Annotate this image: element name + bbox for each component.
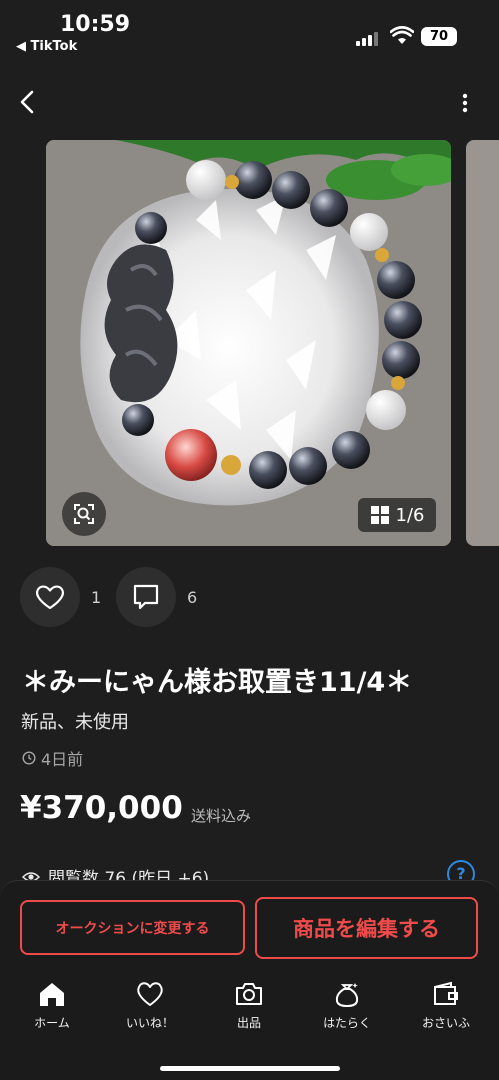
camera-icon	[236, 983, 262, 1005]
back-arrow-icon[interactable]	[14, 88, 42, 116]
tab-wallet[interactable]: おさいふ	[406, 980, 486, 1036]
bracelet-image	[46, 140, 451, 546]
status-bar: 10:59 ◀ TikTok 70	[0, 0, 499, 60]
comment-button[interactable]	[116, 567, 176, 627]
signal-icon	[356, 30, 382, 46]
scan-search-icon	[74, 504, 94, 524]
next-photo-preview[interactable]	[466, 140, 499, 546]
tab-label: 出品	[236, 1016, 261, 1030]
like-count: 1	[91, 588, 102, 607]
tab-label: はたらく	[323, 1016, 371, 1030]
tab-sell[interactable]: 出品	[209, 980, 289, 1036]
tab-likes[interactable]: いいね！	[110, 980, 190, 1036]
tab-home[interactable]: ホーム	[12, 980, 92, 1036]
clock-icon	[22, 751, 36, 765]
posted-time-text: 4日前	[41, 750, 84, 769]
tab-work[interactable]: はたらく	[307, 980, 387, 1036]
tab-label: ホーム	[34, 1016, 70, 1030]
money-bag-icon	[335, 983, 359, 1008]
zoom-button[interactable]	[62, 492, 106, 536]
shipping-note: 送料込み	[191, 807, 252, 825]
home-icon	[40, 983, 64, 1006]
product-photo[interactable]	[46, 140, 451, 546]
item-condition: 新品、未使用	[21, 712, 129, 733]
photo-counter-text: 1/6	[395, 504, 425, 526]
wifi-icon	[390, 26, 414, 44]
photo-counter[interactable]: 1/6	[358, 498, 436, 532]
wallet-icon	[434, 981, 458, 1005]
item-price: ¥370,000	[20, 790, 183, 826]
back-to-app-link[interactable]: ◀ TikTok	[16, 39, 77, 54]
home-indicator	[160, 1066, 340, 1071]
edit-item-button[interactable]: 商品を編集する	[255, 897, 478, 959]
change-to-auction-button[interactable]: オークションに変更する	[20, 900, 245, 955]
heart-icon	[36, 585, 64, 610]
heart-icon	[137, 982, 163, 1006]
tab-label: いいね！	[125, 1016, 174, 1030]
clock: 10:59	[60, 12, 131, 37]
comment-count: 6	[187, 588, 198, 607]
tab-label: おさいふ	[421, 1016, 470, 1030]
grid-icon	[370, 506, 389, 524]
comment-icon	[133, 584, 159, 610]
battery-icon: 70	[421, 27, 457, 46]
item-title: ＊みーにゃん様お取置き11/4＊	[22, 667, 413, 698]
more-options-icon[interactable]	[456, 92, 474, 114]
like-button[interactable]	[20, 567, 80, 627]
posted-time: 4日前	[22, 746, 83, 770]
